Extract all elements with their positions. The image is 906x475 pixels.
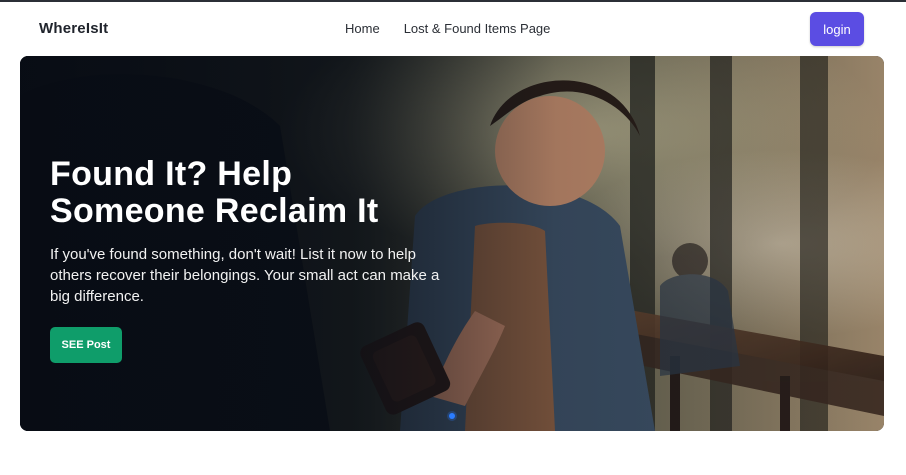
hero-title-line1: Found It? Help (50, 155, 293, 193)
see-post-button[interactable]: SEE Post (50, 327, 122, 363)
nav-links: Home Lost & Found Items Page (345, 21, 550, 36)
hero-content: Found It? Help Someone Reclaim It If you… (50, 156, 470, 363)
hero-subtitle: If you've found something, don't wait! L… (50, 246, 440, 305)
hero-title-line2: Someone Reclaim It (50, 192, 379, 230)
nav-link-home[interactable]: Home (345, 21, 380, 36)
carousel-indicator-dot[interactable] (449, 413, 455, 419)
brand-logo[interactable]: WhereIsIt (39, 20, 108, 37)
navbar: WhereIsIt Home Lost & Found Items Page l… (0, 2, 906, 56)
hero-banner: Found It? Help Someone Reclaim It If you… (20, 56, 884, 431)
login-button[interactable]: login (810, 12, 864, 46)
nav-link-lost-found-items[interactable]: Lost & Found Items Page (404, 21, 551, 36)
hero-title: Found It? Help Someone Reclaim It (50, 156, 470, 230)
